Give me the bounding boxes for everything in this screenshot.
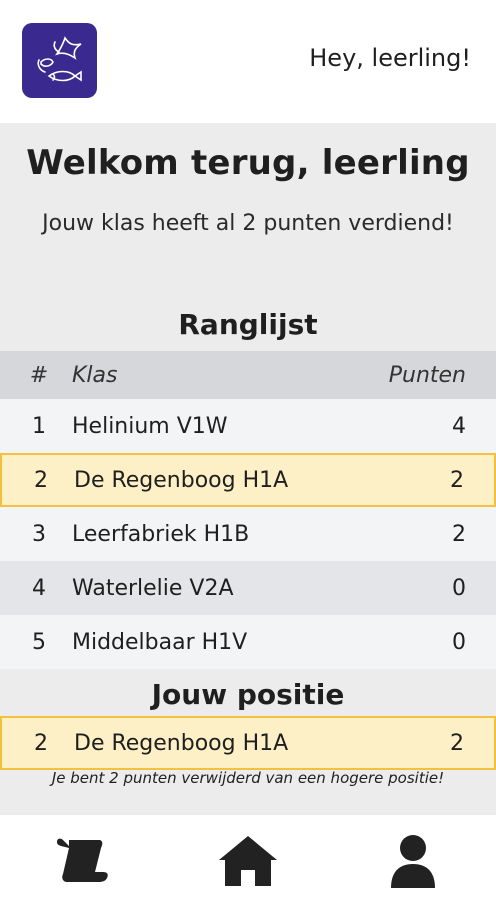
nav-item-scroll[interactable]: [48, 826, 118, 896]
table-row: 1 Helinium V1W 4: [0, 399, 496, 453]
home-icon: [218, 835, 277, 886]
row-rank: 2: [34, 467, 48, 493]
welcome-subtitle: Jouw klas heeft al 2 punten verdiend!: [42, 211, 454, 236]
position-note: Je bent 2 punten verwijderd van een hoge…: [51, 769, 445, 787]
nav-item-profile[interactable]: [378, 826, 448, 896]
row-class: Waterlelie V2A: [72, 575, 234, 601]
row-points: 2: [452, 521, 466, 547]
app-logo[interactable]: [22, 23, 97, 98]
user-icon: [391, 834, 436, 888]
row-points: 2: [450, 467, 464, 493]
row-points: 4: [452, 413, 466, 439]
table-row: 5 Middelbaar H1V 0: [0, 615, 496, 669]
position-rank: 2: [34, 730, 48, 756]
table-row-highlighted: 2 De Regenboog H1A 2: [0, 453, 496, 507]
fish-bird-logo-icon: [36, 35, 82, 81]
row-rank: 1: [32, 413, 46, 439]
bottom-nav: [0, 815, 496, 906]
main-content: Welkom terug, leerling Jouw klas heeft a…: [0, 123, 496, 815]
row-points: 0: [452, 629, 466, 655]
position-class: De Regenboog H1A: [74, 730, 289, 756]
leaderboard-title: Ranglijst: [178, 308, 318, 341]
own-position-row: 2 De Regenboog H1A 2: [0, 716, 496, 770]
row-class: Middelbaar H1V: [72, 629, 248, 655]
leaderboard-table: # Klas Punten 1 Helinium V1W 4 2 De Rege…: [0, 351, 496, 669]
nav-item-home[interactable]: [213, 826, 283, 896]
row-rank: 4: [32, 575, 46, 601]
position-points: 2: [450, 730, 464, 756]
row-points: 0: [452, 575, 466, 601]
header-rank: #: [29, 362, 49, 388]
row-class: Leerfabriek H1B: [72, 521, 250, 547]
scroll-icon: [56, 838, 108, 882]
row-class: Helinium V1W: [72, 413, 228, 439]
table-row: 3 Leerfabriek H1B 2: [0, 507, 496, 561]
app-header: Hey, leerling!: [0, 0, 496, 123]
header-class: Klas: [72, 362, 118, 388]
table-row: 4 Waterlelie V2A 0: [0, 561, 496, 615]
row-rank: 3: [32, 521, 46, 547]
row-rank: 5: [32, 629, 46, 655]
position-title: Jouw positie: [151, 678, 345, 711]
welcome-title: Welkom terug, leerling: [26, 143, 470, 183]
row-class: De Regenboog H1A: [74, 467, 289, 493]
header-points: Punten: [388, 362, 466, 388]
leaderboard-header-row: # Klas Punten: [0, 351, 496, 399]
greeting-text: Hey, leerling!: [309, 44, 471, 72]
